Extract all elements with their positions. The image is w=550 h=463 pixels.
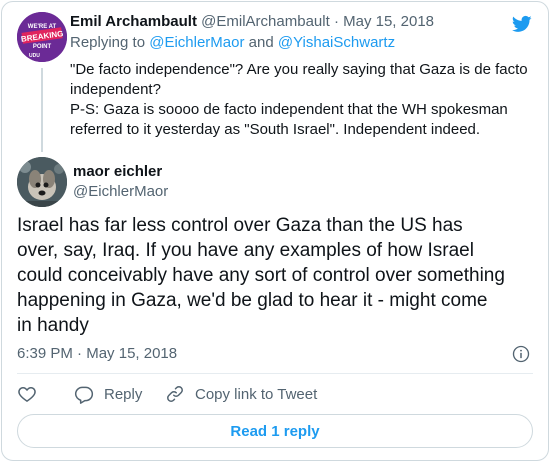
header-separator: ·: [333, 13, 339, 30]
avatar-text-line-3: POINT: [33, 44, 52, 50]
parent-date[interactable]: May 15, 2018: [343, 13, 434, 30]
parent-tweet: WE'RE AT BREAKING POINT UDU Emil Archamb…: [17, 12, 533, 152]
divider: [17, 373, 533, 374]
link-icon: [167, 386, 183, 402]
parent-text-line: P-S: Gaza is soooo de facto independent …: [70, 101, 508, 118]
parent-tweet-text: "De facto independence"? Are you really …: [70, 60, 533, 140]
tweet-text-line: in handy: [17, 315, 89, 336]
dog-avatar-image: [17, 157, 67, 207]
tweet-text: Israel has far less control over Gaza th…: [17, 213, 542, 338]
parent-author-handle[interactable]: @EmilArchambault: [201, 13, 330, 30]
embedded-tweet-card: WE'RE AT BREAKING POINT UDU Emil Archamb…: [1, 1, 549, 461]
reply-label: Reply: [104, 385, 143, 403]
tweet-author-name[interactable]: maor eichler: [73, 162, 162, 182]
reply-icon: [74, 386, 94, 404]
reply-button[interactable]: Reply: [74, 382, 142, 406]
tweet-text-line: happening in Gaza, we'd be glad to hear …: [17, 290, 488, 311]
tweet-avatar[interactable]: [17, 157, 67, 207]
breaking-point-logo: WE'RE AT BREAKING POINT UDU: [17, 12, 67, 62]
avatar-caption: UDU: [29, 53, 40, 59]
mention-link[interactable]: @YishaiSchwartz: [278, 34, 395, 51]
replying-to-line: Replying to @EichlerMaor and @YishaiSchw…: [70, 33, 533, 53]
parent-text-line: "De facto independence"? Are you really …: [70, 61, 528, 78]
tweet-timestamp[interactable]: 6:39 PM · May 15, 2018: [17, 344, 177, 364]
tweet-time: 6:39 PM: [17, 345, 73, 362]
info-icon[interactable]: [512, 345, 530, 363]
read-replies-label: Read 1 reply: [230, 422, 320, 440]
timestamp-separator: ·: [77, 345, 83, 362]
tweet-date: May 15, 2018: [86, 345, 178, 362]
heart-icon: [18, 386, 36, 402]
tweet-header: maor eichler @EichlerMaor: [17, 157, 517, 207]
mention-link[interactable]: @EichlerMaor: [149, 34, 244, 51]
parent-tweet-body: Emil Archambault @EmilArchambault · May …: [70, 12, 533, 140]
parent-text-line: referred to it yesterday as "South Israe…: [70, 121, 481, 138]
replying-to-label: Replying to: [70, 34, 146, 51]
copy-link-button[interactable]: Copy link to Tweet: [165, 382, 317, 406]
twitter-bird-icon[interactable]: [511, 14, 533, 34]
tweet-actions: Reply Copy link to Tweet: [17, 382, 517, 406]
tweet-author-handle[interactable]: @EichlerMaor: [73, 182, 168, 202]
read-replies-button[interactable]: Read 1 reply: [17, 414, 533, 448]
parent-avatar[interactable]: WE'RE AT BREAKING POINT UDU: [17, 12, 67, 62]
tweet-text-line: over, say, Iraq. If you have any example…: [17, 240, 474, 261]
parent-author-name[interactable]: Emil Archambault: [70, 13, 197, 30]
copy-link-label: Copy link to Tweet: [195, 385, 318, 403]
tweet-text-line: Israel has far less control over Gaza th…: [17, 215, 463, 236]
thread-line: [41, 68, 43, 152]
parent-text-line: independent?: [70, 81, 161, 98]
tweet-text-line: could conceivably have any sort of contr…: [17, 265, 505, 286]
parent-tweet-header: Emil Archambault @EmilArchambault · May …: [70, 12, 533, 32]
and-label: and: [248, 34, 274, 51]
like-button[interactable]: [17, 382, 47, 406]
